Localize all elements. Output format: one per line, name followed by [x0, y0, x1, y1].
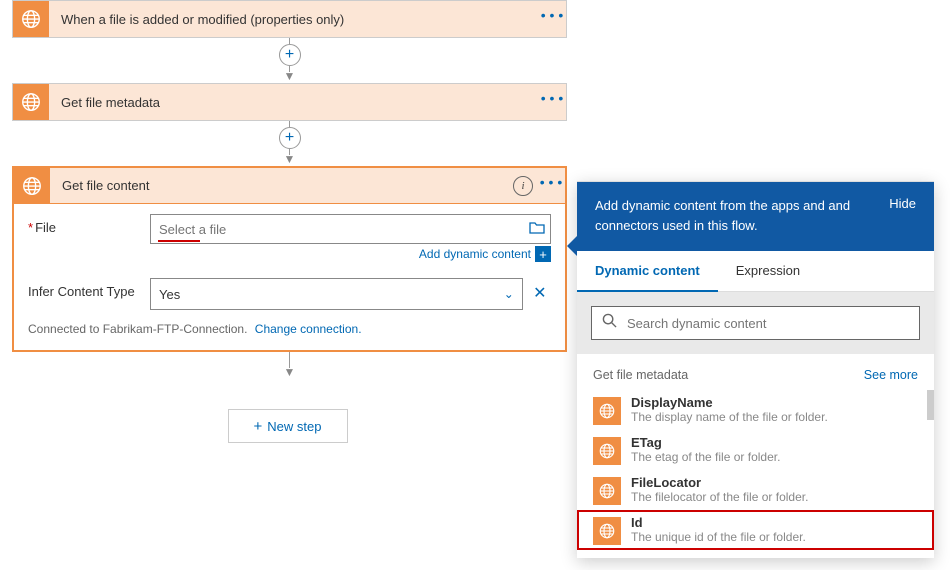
tab-expression[interactable]: Expression	[718, 251, 818, 291]
clear-field-button[interactable]: ✕	[529, 278, 551, 310]
content-step: Get file content i • • • *File Add dynam…	[12, 166, 567, 352]
ftp-icon	[593, 517, 621, 545]
panel-pointer	[567, 236, 577, 256]
content-title: Get file content	[50, 178, 513, 193]
item-title: Id	[631, 515, 918, 530]
plus-icon: +	[535, 246, 551, 262]
list-item[interactable]: DisplayName The display name of the file…	[577, 390, 934, 430]
folder-picker-icon[interactable]	[529, 220, 545, 239]
connector-2: + ▼	[12, 121, 567, 166]
connector-3: ▼	[12, 352, 567, 379]
trigger-menu-button[interactable]: • • •	[538, 7, 566, 23]
panel-tabs: Dynamic content Expression	[577, 251, 934, 292]
connection-info: Connected to Fabrikam-FTP-Connection. Ch…	[28, 314, 551, 340]
chevron-down-icon: ⌄	[504, 287, 514, 301]
metadata-step[interactable]: Get file metadata • • •	[12, 83, 567, 121]
content-menu-button[interactable]: • • •	[537, 174, 565, 190]
trigger-title: When a file is added or modified (proper…	[49, 12, 538, 27]
panel-header-text: Add dynamic content from the apps and an…	[595, 196, 877, 235]
search-icon	[602, 313, 617, 333]
add-step-button-1[interactable]: +	[279, 44, 301, 66]
item-title: DisplayName	[631, 395, 918, 410]
metadata-menu-button[interactable]: • • •	[538, 90, 566, 106]
see-more-link[interactable]: See more	[864, 368, 918, 382]
add-step-button-2[interactable]: +	[279, 127, 301, 149]
search-input[interactable]	[627, 316, 909, 331]
add-dynamic-content-link[interactable]: Add dynamic content +	[150, 246, 551, 262]
list-item[interactable]: ETag The etag of the file or folder.	[577, 430, 934, 470]
hide-panel-link[interactable]: Hide	[889, 196, 916, 211]
infer-label: Infer Content Type	[28, 278, 150, 299]
item-desc: The unique id of the file or folder.	[631, 530, 918, 544]
tab-dynamic-content[interactable]: Dynamic content	[577, 251, 718, 292]
trigger-step[interactable]: When a file is added or modified (proper…	[12, 0, 567, 38]
list-item-id[interactable]: Id The unique id of the file or folder.	[577, 510, 934, 550]
ftp-icon	[14, 168, 50, 204]
scrollbar[interactable]	[927, 390, 934, 420]
connector-1: + ▼	[12, 38, 567, 83]
item-desc: The etag of the file or folder.	[631, 450, 918, 464]
info-icon[interactable]: i	[513, 176, 533, 196]
change-connection-link[interactable]: Change connection.	[255, 322, 362, 336]
item-desc: The display name of the file or folder.	[631, 410, 918, 424]
spellcheck-underline	[158, 240, 200, 242]
search-container	[591, 306, 920, 340]
ftp-icon	[593, 477, 621, 505]
ftp-icon	[13, 84, 49, 120]
section-title: Get file metadata	[593, 368, 688, 382]
new-step-button[interactable]: +New step	[228, 409, 348, 443]
file-input[interactable]	[150, 214, 551, 244]
item-title: ETag	[631, 435, 918, 450]
item-title: FileLocator	[631, 475, 918, 490]
ftp-icon	[593, 437, 621, 465]
list-item[interactable]: FileLocator The filelocator of the file …	[577, 470, 934, 510]
metadata-title: Get file metadata	[49, 95, 538, 110]
infer-select[interactable]: Yes ⌄	[150, 278, 523, 310]
item-desc: The filelocator of the file or folder.	[631, 490, 918, 504]
ftp-icon	[593, 397, 621, 425]
dynamic-content-panel: Add dynamic content from the apps and an…	[577, 181, 934, 558]
ftp-icon	[13, 1, 49, 37]
dynamic-content-list: DisplayName The display name of the file…	[577, 390, 934, 558]
file-label: *File	[28, 214, 150, 235]
